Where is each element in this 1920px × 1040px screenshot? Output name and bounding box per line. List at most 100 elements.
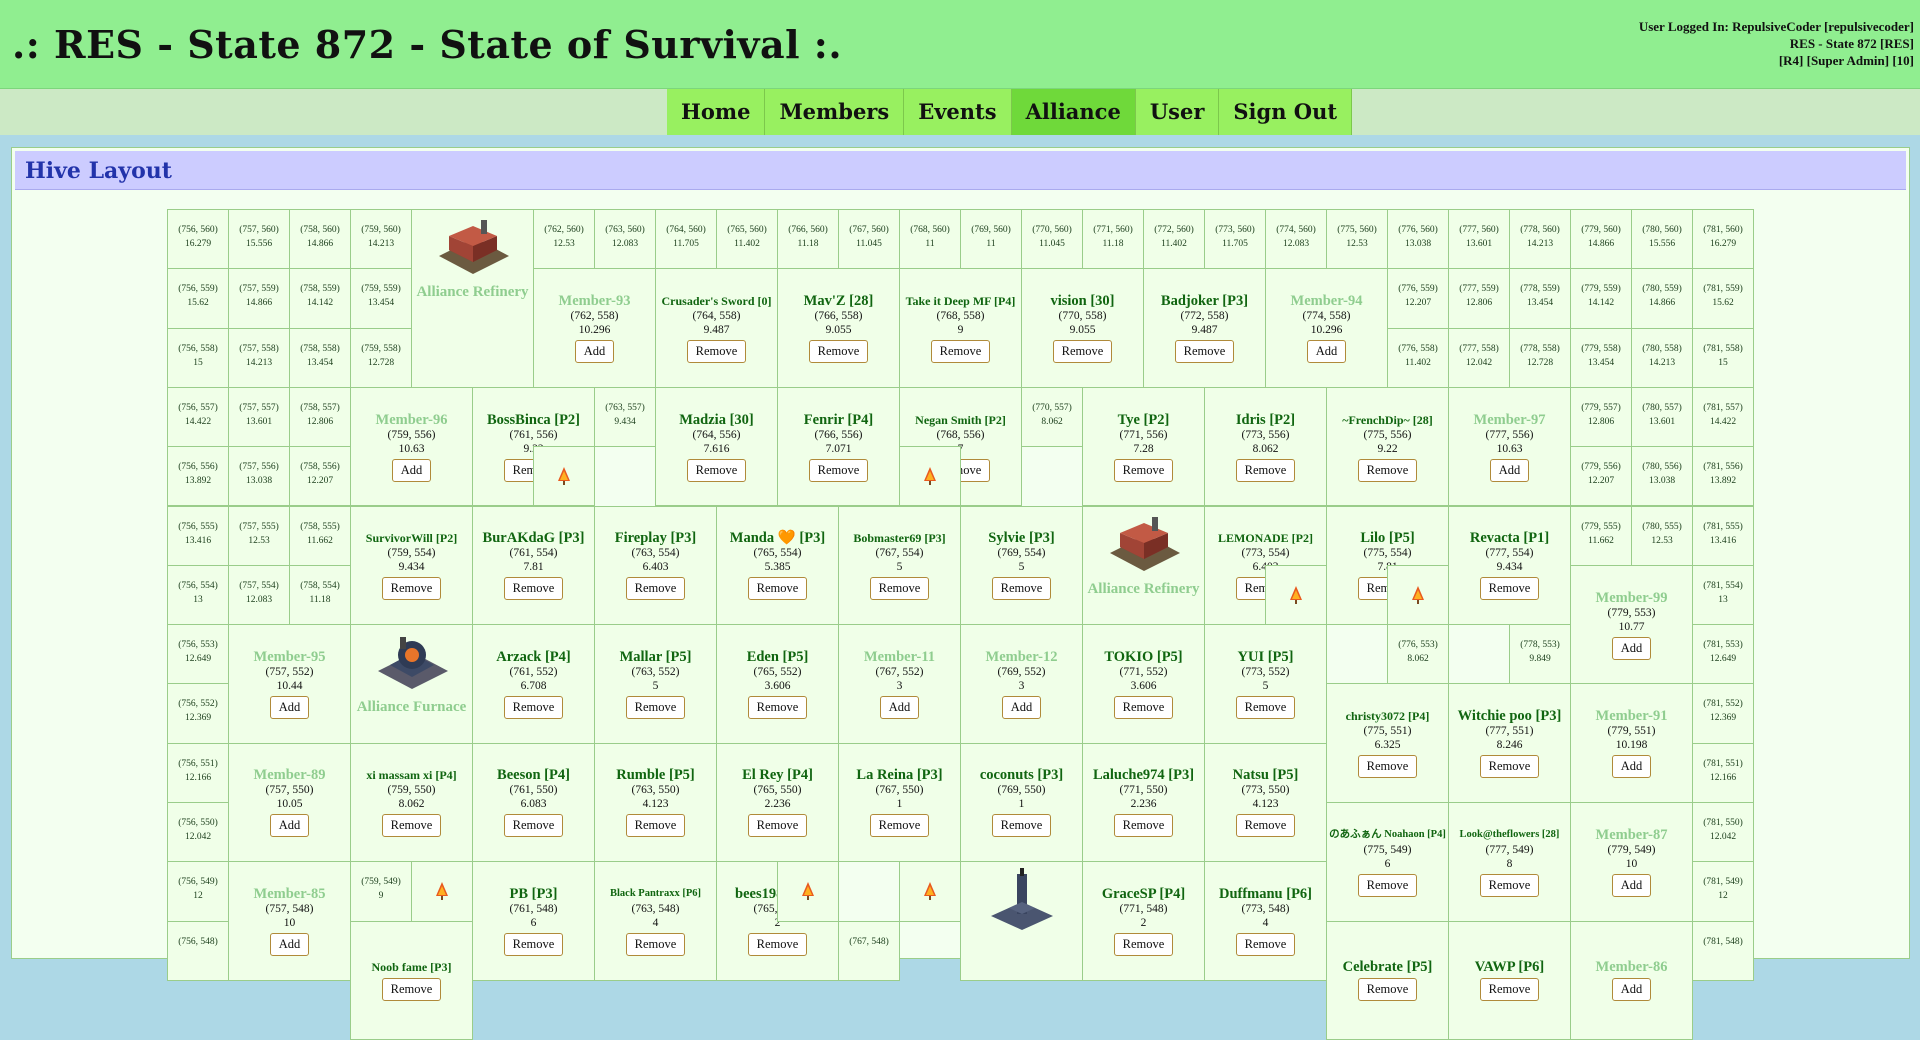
remove-button[interactable]: Remove (1235, 814, 1296, 838)
tile-coord: (781, 553) (1703, 640, 1743, 651)
remove-button[interactable]: Remove (1357, 755, 1418, 779)
remove-button[interactable]: Remove (747, 933, 808, 957)
remove-button[interactable]: Remove (1479, 873, 1540, 897)
remove-button[interactable]: Remove (381, 814, 442, 838)
member-name: Black Pantraxx [P6] (610, 888, 701, 900)
grid-tile: (776, 558) 11.402 (1387, 327, 1449, 388)
remove-button[interactable]: Remove (930, 340, 991, 364)
tile-coord: (775, 560) (1337, 225, 1377, 235)
nav-home[interactable]: Home (667, 89, 766, 135)
remove-button[interactable]: Remove (1357, 873, 1418, 897)
remove-button[interactable]: Remove (1357, 978, 1418, 1002)
remove-button[interactable]: Remove (625, 577, 686, 601)
remove-button[interactable]: Remove (747, 814, 808, 838)
add-button[interactable]: Add (1489, 458, 1530, 482)
remove-button[interactable]: Remove (686, 340, 747, 364)
remove-button[interactable]: Remove (625, 933, 686, 957)
remove-button[interactable]: Remove (869, 814, 930, 838)
add-button[interactable]: Add (269, 814, 310, 838)
member-slot: ~FrenchDip~ [28] (775, 556) 9.22 Remove (1326, 386, 1449, 507)
remove-button[interactable]: Remove (1113, 814, 1174, 838)
remove-button[interactable]: Remove (808, 340, 869, 364)
member-name: VAWP [P6] (1474, 959, 1545, 976)
tile-distance: 12 (1718, 891, 1728, 902)
remove-button[interactable]: Remove (503, 814, 564, 838)
remove-button[interactable]: Remove (1479, 978, 1540, 1002)
member-slot: La Reina [P3] (767, 550) 1 Remove (838, 742, 961, 863)
add-button[interactable]: Add (1611, 755, 1652, 779)
member-name: Member-94 (1290, 293, 1363, 310)
member-name: YUI [P5] (1237, 648, 1294, 665)
member-distance: 5 (1262, 679, 1269, 692)
remove-button[interactable]: Remove (747, 695, 808, 719)
tile-distance: 13.038 (245, 476, 273, 487)
nav-user[interactable]: User (1135, 89, 1220, 135)
remove-button[interactable]: Remove (1052, 340, 1113, 364)
remove-button[interactable]: Remove (1174, 340, 1235, 364)
member-coord: (777, 556) (1485, 428, 1534, 441)
member-name: Member-93 (558, 293, 631, 310)
tree-icon (924, 467, 936, 486)
tile-distance: 12.728 (1526, 357, 1554, 368)
tile-distance: 12.53 (248, 535, 270, 546)
member-slot: vision [30] (770, 558) 9.055 Remove (1021, 268, 1144, 388)
grid-tile: (768, 560) 11 (899, 209, 961, 270)
remove-button[interactable]: Remove (747, 577, 808, 601)
remove-button[interactable]: Remove (1479, 755, 1540, 779)
add-button[interactable]: Add (391, 458, 432, 482)
grid-tile: (781, 560) 16.279 (1692, 209, 1754, 270)
header: .: RES - State 872 - State of Survival :… (0, 0, 1920, 89)
tile-distance: 11 (986, 239, 996, 249)
tile-distance: 12.166 (1709, 772, 1737, 783)
remove-button[interactable]: Remove (1235, 933, 1296, 957)
remove-button[interactable]: Remove (503, 577, 564, 601)
tile-coord: (772, 560) (1154, 225, 1194, 235)
add-button[interactable]: Add (879, 695, 920, 719)
remove-button[interactable]: Remove (1113, 695, 1174, 719)
member-name: SurvivorWill [P2] (365, 531, 458, 546)
member-slot: Mav'Z [28] (766, 558) 9.055 Remove (777, 268, 900, 388)
remove-button[interactable]: Remove (686, 458, 747, 482)
tree-icon (436, 882, 448, 901)
remove-button[interactable]: Remove (808, 458, 869, 482)
add-button[interactable]: Add (1306, 340, 1347, 364)
member-name: coconuts [P3] (979, 767, 1064, 784)
remove-button[interactable]: Remove (1357, 458, 1418, 482)
furnace-building-icon (370, 631, 454, 699)
nav-sign-out[interactable]: Sign Out (1219, 89, 1353, 135)
remove-button[interactable]: Remove (991, 814, 1052, 838)
tile-coord: (758, 559) (300, 284, 340, 295)
nav-events[interactable]: Events (904, 89, 1012, 135)
member-name: Duffmanu [P6] (1218, 886, 1313, 903)
tile-coord: (773, 560) (1215, 225, 1255, 235)
remove-button[interactable]: Remove (869, 577, 930, 601)
nav-alliance[interactable]: Alliance (1011, 89, 1136, 135)
remove-button[interactable]: Remove (503, 933, 564, 957)
tile-distance: 14.422 (1709, 416, 1737, 427)
tile-distance: 12.207 (1587, 476, 1615, 487)
remove-button[interactable]: Remove (1235, 458, 1296, 482)
member-name: Tye [P2] (1117, 411, 1170, 428)
nav-members[interactable]: Members (765, 89, 905, 135)
remove-button[interactable]: Remove (381, 577, 442, 601)
add-button[interactable]: Add (1001, 695, 1042, 719)
remove-button[interactable]: Remove (503, 695, 564, 719)
grid-tile: (759, 558) 12.728 (350, 327, 412, 388)
remove-button[interactable]: Remove (1235, 695, 1296, 719)
member-slot: Member-97 (777, 556) 10.63 Add (1448, 386, 1571, 507)
remove-button[interactable]: Remove (991, 577, 1052, 601)
remove-button[interactable]: Remove (381, 978, 442, 1002)
grid-tile: (781, 550) 12.042 (1692, 802, 1754, 863)
add-button[interactable]: Add (574, 340, 615, 364)
add-button[interactable]: Add (269, 933, 310, 957)
add-button[interactable]: Add (1611, 978, 1652, 1002)
remove-button[interactable]: Remove (1113, 933, 1174, 957)
remove-button[interactable]: Remove (1113, 458, 1174, 482)
tile-distance: 9.849 (1529, 654, 1551, 665)
add-button[interactable]: Add (1611, 873, 1652, 897)
remove-button[interactable]: Remove (1479, 577, 1540, 601)
add-button[interactable]: Add (1611, 636, 1652, 660)
remove-button[interactable]: Remove (625, 814, 686, 838)
add-button[interactable]: Add (269, 695, 310, 719)
remove-button[interactable]: Remove (625, 695, 686, 719)
